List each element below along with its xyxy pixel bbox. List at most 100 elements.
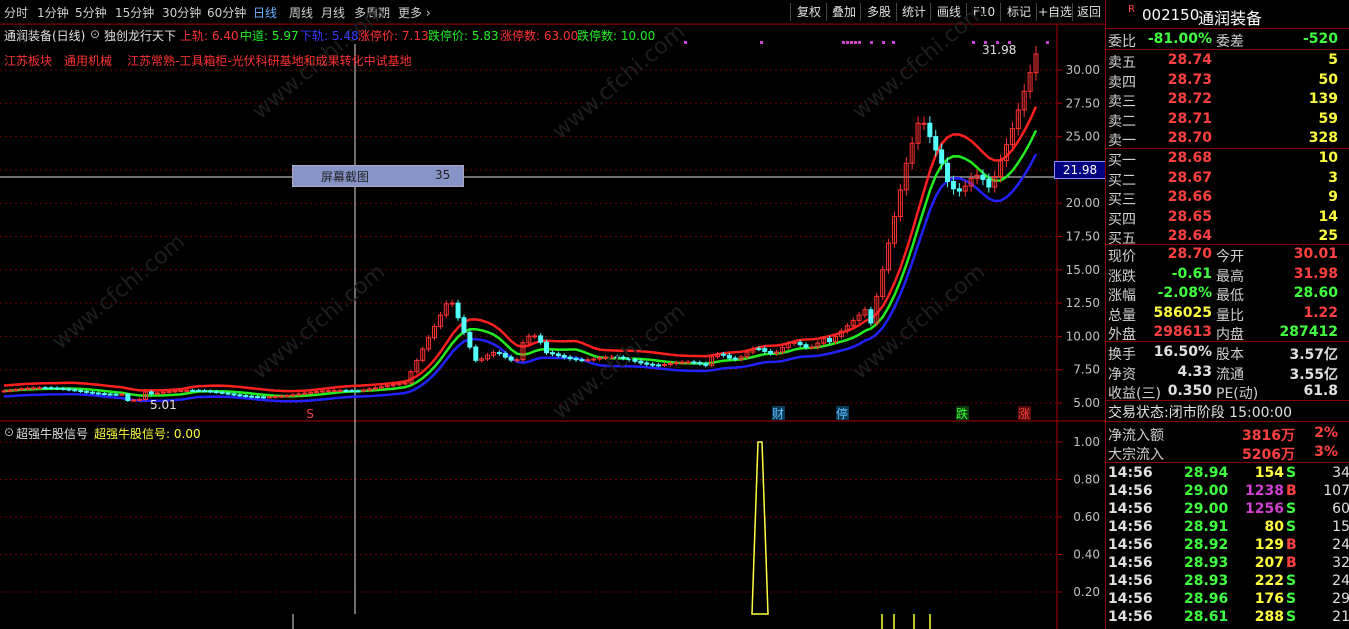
candle-body bbox=[48, 387, 54, 390]
signal-dot bbox=[858, 41, 861, 44]
candle-body bbox=[160, 391, 166, 394]
candle-body bbox=[697, 362, 703, 365]
candle-body bbox=[237, 394, 243, 397]
candle-body bbox=[119, 393, 125, 396]
event-mark-4: 涨 bbox=[1018, 406, 1030, 421]
bid-row: 买二 28.67 3 bbox=[1108, 169, 1338, 189]
ask-row: 卖五 28.74 5 bbox=[1108, 52, 1338, 71]
candle-body bbox=[225, 392, 231, 395]
candle-body bbox=[42, 387, 48, 390]
signal-spike bbox=[751, 441, 769, 615]
candle-body bbox=[644, 362, 650, 365]
candle-body bbox=[30, 387, 36, 390]
candle-body bbox=[72, 389, 78, 392]
candle-body bbox=[255, 396, 261, 399]
candle-body bbox=[36, 387, 42, 390]
tick-row: 14:56 28.94 154 S 34 bbox=[1108, 465, 1349, 481]
stat2-row: 收益(三) 0.350 PE(动) 61.8 bbox=[1108, 383, 1338, 403]
candle-body bbox=[768, 350, 774, 354]
limit-down-count: 跌停数: 10.00 bbox=[577, 27, 655, 44]
candle-body bbox=[314, 391, 320, 394]
candle-body bbox=[597, 357, 603, 360]
candle-body bbox=[178, 390, 184, 393]
candle-body bbox=[231, 393, 237, 396]
candle-body bbox=[514, 359, 520, 362]
signal-dot bbox=[842, 41, 845, 44]
candle-body bbox=[538, 335, 544, 343]
candle-body bbox=[638, 360, 644, 364]
kline-chart[interactable]: 30.0027.5025.0022.5020.0017.5015.0012.50… bbox=[0, 0, 1105, 629]
tick-row: 14:56 29.00 1238 B 107 bbox=[1108, 483, 1349, 499]
lower-band-label: 下轨: 5.48 bbox=[300, 27, 359, 44]
high-price-annotation: 31.98 bbox=[982, 43, 1017, 57]
candle-body bbox=[89, 391, 95, 394]
netflow-value: 3816万 bbox=[1242, 428, 1295, 444]
stat-row: 涨幅 -2.08% 最低 28.60 bbox=[1108, 285, 1338, 305]
event-mark-1: 财 bbox=[772, 407, 784, 421]
stat-row: 外盘 298613 内盘 287412 bbox=[1108, 324, 1338, 344]
price-tick-label: 7.50 bbox=[1073, 363, 1100, 377]
candle-body bbox=[190, 389, 196, 392]
candle-body bbox=[84, 390, 90, 393]
candle-body bbox=[661, 363, 667, 366]
candle-body bbox=[945, 162, 951, 182]
candle-body bbox=[950, 180, 956, 190]
tick-row: 14:56 28.96 176 S 29 bbox=[1108, 591, 1349, 607]
candle-body bbox=[726, 354, 732, 359]
concept-tag-2[interactable]: 通用机械 bbox=[64, 52, 112, 69]
sub-tick-label: 0.40 bbox=[1073, 548, 1100, 562]
limit-down-count-value: 10.00 bbox=[620, 29, 656, 43]
candle-body bbox=[19, 388, 25, 391]
candle-body bbox=[202, 390, 208, 393]
sub-chart-toggle-icon[interactable]: ⊙ bbox=[4, 425, 14, 439]
candle-body bbox=[343, 389, 349, 392]
stock-code: 002150 bbox=[1142, 6, 1200, 24]
candle-body bbox=[756, 348, 762, 351]
sub-chart-title[interactable]: 超强牛股信号 bbox=[16, 425, 88, 442]
signal-dot bbox=[846, 41, 849, 44]
candle-body bbox=[1, 390, 7, 393]
candle-body bbox=[296, 393, 302, 396]
price-tick-label: 5.00 bbox=[1073, 396, 1100, 410]
candle-body bbox=[249, 395, 255, 398]
ask-row: 卖一 28.70 328 bbox=[1108, 130, 1338, 150]
screenshot-tooltip[interactable]: 屏幕截图 35 bbox=[292, 165, 464, 187]
candle-body bbox=[196, 389, 202, 392]
sub-tick-label: 0.20 bbox=[1073, 585, 1100, 599]
bigflow-row: 大宗流入 3% bbox=[1108, 444, 1338, 463]
candle-body bbox=[78, 390, 84, 393]
candle-body bbox=[467, 331, 473, 348]
stat2-row: 换手 16.50% 股本 3.57亿 bbox=[1108, 344, 1338, 363]
candle-body bbox=[573, 358, 579, 361]
candle-body bbox=[544, 341, 550, 354]
tick-row: 14:56 28.93 222 S 24 bbox=[1108, 573, 1349, 589]
candle-body bbox=[650, 363, 656, 366]
candle-body bbox=[125, 393, 131, 402]
upper-band-key: 上轨: bbox=[180, 29, 209, 43]
tick-row: 14:56 28.92 129 B 24 bbox=[1108, 537, 1349, 553]
limit-up-count-value: 63.00 bbox=[543, 29, 579, 43]
candle-body bbox=[803, 344, 809, 348]
event-mark-3: 跌 bbox=[956, 406, 968, 421]
concept-tag-1[interactable]: 江苏板块 bbox=[4, 52, 52, 69]
event-mark-2: 停 bbox=[836, 406, 848, 421]
candle-body bbox=[461, 317, 467, 333]
signal-dot bbox=[972, 41, 975, 44]
candle-body bbox=[986, 178, 992, 188]
candle-body bbox=[308, 391, 314, 394]
candle-body bbox=[266, 396, 272, 399]
candle-body bbox=[685, 361, 691, 364]
limit-up-count-key: 涨停数: bbox=[500, 29, 541, 43]
candle-body bbox=[319, 390, 325, 393]
mid-band-label: 中道: 5.97 bbox=[240, 27, 299, 44]
indicator-toggle-icon[interactable]: ⊙ bbox=[90, 27, 100, 41]
candle-body bbox=[561, 355, 567, 358]
candle-body bbox=[797, 341, 803, 346]
mid-band-value: 5.97 bbox=[271, 29, 299, 43]
indicator-name[interactable]: 独创龙行天下 bbox=[104, 27, 176, 44]
concept-tag-3[interactable]: 江苏常熟-工具箱柜-光伏科研基地和成果转化中试基地 bbox=[127, 52, 412, 69]
divider bbox=[1106, 462, 1349, 463]
signal-dot bbox=[870, 41, 873, 44]
screenshot-tooltip-value: 35 bbox=[435, 168, 451, 182]
divider bbox=[1106, 400, 1349, 401]
